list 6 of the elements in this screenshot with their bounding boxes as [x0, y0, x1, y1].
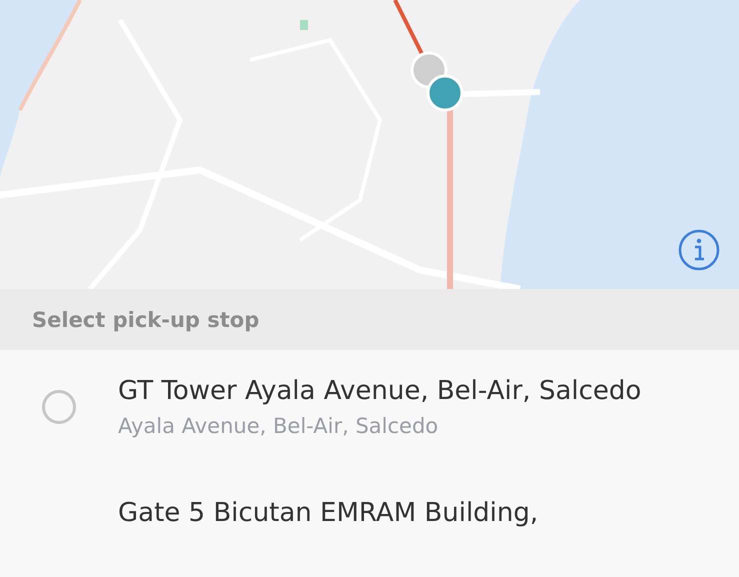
stop-address: Ayala Avenue, Bel-Air, Salcedo — [118, 413, 440, 440]
stop-name[interactable]: Gate 5 Bicutan EMRAM Building, — [118, 494, 538, 532]
section-title: Select pick-up stop — [32, 308, 260, 332]
stop-name[interactable]: GT Tower Ayala Avenue, Bel-Air, Salcedo — [118, 372, 642, 410]
radio-button[interactable] — [42, 390, 76, 424]
info-icon[interactable] — [677, 228, 721, 272]
